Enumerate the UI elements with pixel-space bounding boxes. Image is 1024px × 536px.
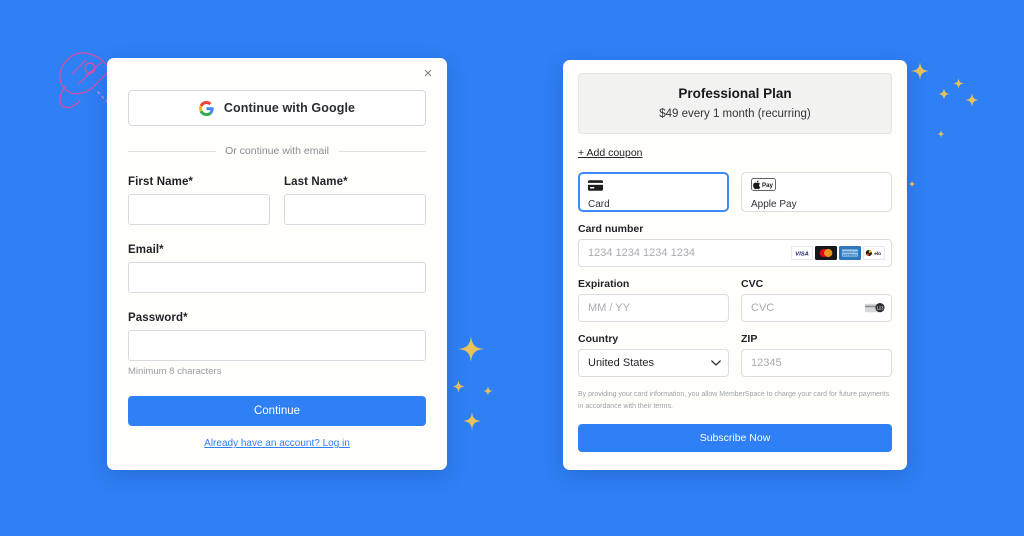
sparkle-icon (965, 93, 979, 107)
payment-method-tabs: Card Pay Apple Pay (578, 172, 892, 212)
zip-label: ZIP (741, 333, 758, 345)
payment-method-apple-pay-label: Apple Pay (751, 199, 797, 210)
sparkle-icon (938, 88, 950, 100)
subscribe-now-button[interactable]: Subscribe Now (578, 424, 892, 453)
mastercard-icon (815, 246, 837, 260)
google-button-label: Continue with Google (223, 101, 356, 115)
card-number-label: Card number (578, 223, 644, 235)
payment-disclaimer: By providing your card information, you … (578, 391, 890, 410)
svg-text:VISA: VISA (795, 252, 809, 258)
sparkle-icon (911, 62, 929, 80)
password-label: Password* (128, 312, 188, 324)
email-input[interactable] (128, 262, 426, 293)
checkout-modal: Professional Plan $49 every 1 month (rec… (563, 60, 907, 470)
sparkle-icon (937, 130, 945, 138)
country-label: Country (578, 333, 619, 345)
email-divider: Or continue with email (128, 145, 427, 157)
password-input[interactable] (128, 330, 426, 361)
plan-name: Professional Plan (678, 86, 792, 101)
continue-button[interactable]: Continue (128, 396, 426, 426)
last-name-input[interactable] (284, 194, 426, 225)
expiration-label: Expiration (578, 278, 630, 290)
sparkle-icon (452, 380, 465, 393)
last-name-label: Last Name* (284, 176, 348, 188)
close-icon[interactable]: × (419, 65, 437, 83)
svg-text:Pay: Pay (762, 182, 773, 189)
first-name-group: First Name* (128, 176, 270, 225)
login-link[interactable]: Already have an account? Log in (128, 438, 426, 449)
credit-card-icon (588, 180, 603, 191)
signup-modal: × Continue with Google Or continue with … (107, 58, 447, 470)
svg-text:EXPRESS: EXPRESS (843, 253, 858, 257)
plan-summary: Professional Plan $49 every 1 month (rec… (578, 73, 892, 134)
cvc-card-icon: 123 (865, 303, 885, 313)
divider-label: Or continue with email (225, 145, 329, 157)
password-hint: Minimum 8 characters (128, 366, 222, 377)
google-icon (198, 100, 214, 116)
card-brand-icons: VISA AMERICAN EXPRESS elo (791, 246, 885, 260)
email-group: Email* (128, 244, 426, 293)
first-name-label: First Name* (128, 176, 194, 188)
amex-icon: AMERICAN EXPRESS (839, 246, 861, 260)
divider-line-right (337, 150, 427, 152)
sparkle-icon (458, 336, 484, 362)
sparkle-icon (953, 78, 964, 89)
svg-text:123: 123 (876, 306, 884, 311)
add-coupon-link[interactable]: + Add coupon (578, 147, 643, 159)
country-select[interactable]: United States (578, 349, 729, 377)
continue-with-google-button[interactable]: Continue with Google (128, 90, 426, 126)
apple-pay-icon: Pay (751, 178, 776, 191)
payment-method-apple-pay[interactable]: Pay Apple Pay (741, 172, 892, 212)
sparkle-icon (908, 180, 916, 188)
plan-price: $49 every 1 month (recurring) (659, 108, 811, 120)
password-group: Password* Minimum 8 characters (128, 312, 426, 377)
payment-method-card[interactable]: Card (578, 172, 729, 212)
payment-method-card-label: Card (588, 199, 610, 210)
sparkle-icon (463, 412, 481, 430)
divider-line-left (128, 150, 217, 152)
first-name-input[interactable] (128, 194, 270, 225)
zip-input[interactable] (741, 349, 892, 377)
svg-text:elo: elo (874, 251, 881, 257)
last-name-group: Last Name* (284, 176, 426, 225)
email-label: Email* (128, 244, 164, 256)
sparkle-icon (483, 386, 493, 396)
cvc-label: CVC (741, 278, 764, 290)
expiration-input[interactable] (578, 294, 729, 322)
visa-icon: VISA (791, 246, 813, 260)
elo-icon: elo (863, 246, 885, 260)
